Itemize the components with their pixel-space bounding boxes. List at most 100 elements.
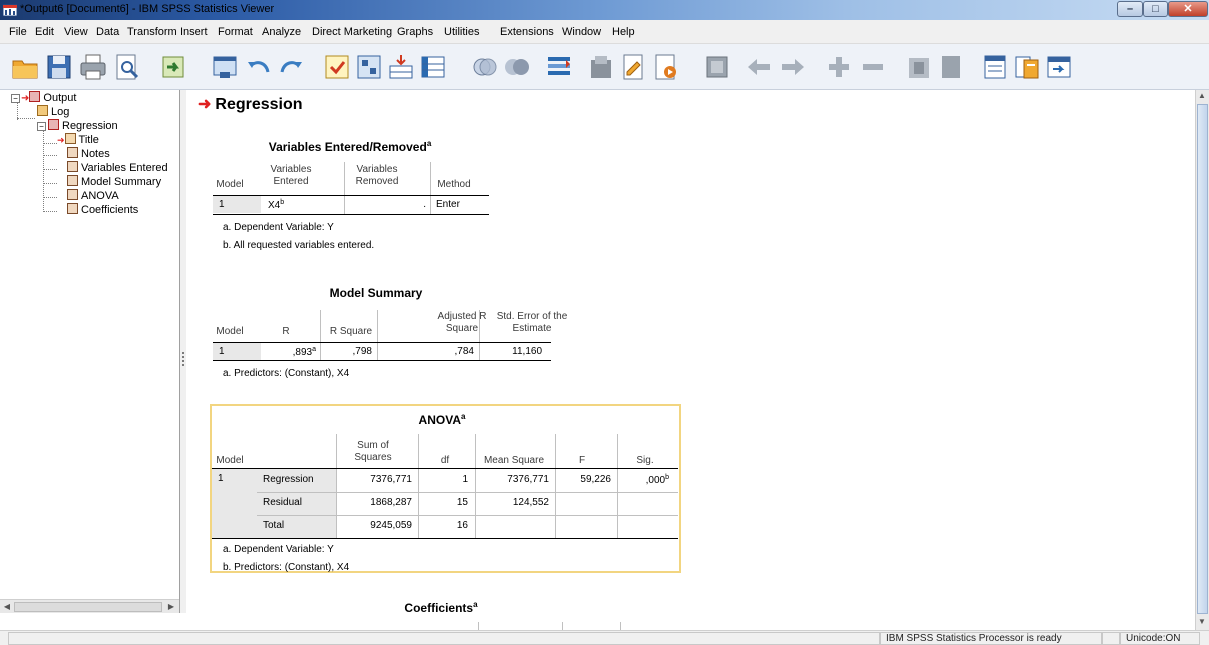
title-bar: *Output6 [Document6] - IBM SPSS Statisti… bbox=[0, 0, 1209, 20]
show-icon[interactable] bbox=[904, 52, 934, 82]
back-icon[interactable] bbox=[744, 52, 774, 82]
table-icon bbox=[67, 189, 78, 200]
splitter-grip[interactable] bbox=[182, 352, 184, 366]
column-header: Sig. bbox=[636, 455, 654, 466]
table-icon bbox=[67, 161, 78, 172]
scroll-left-icon[interactable]: ◀ bbox=[1, 601, 13, 613]
table-row-header: 1 bbox=[212, 469, 257, 538]
use-sets-icon[interactable] bbox=[502, 52, 532, 82]
table-cell: 11,160 bbox=[512, 346, 542, 357]
open-icon[interactable] bbox=[10, 52, 40, 82]
content-vertical-scrollbar[interactable]: ▲ ▼ bbox=[1195, 90, 1209, 630]
expand-icon[interactable] bbox=[824, 52, 854, 82]
grid-line bbox=[377, 310, 378, 360]
insert-new-text-icon[interactable] bbox=[1044, 52, 1074, 82]
outline-root-output[interactable]: − ➜ Output bbox=[11, 91, 76, 104]
split-file-icon[interactable] bbox=[544, 52, 574, 82]
scrollbar-thumb[interactable] bbox=[14, 602, 162, 612]
close-button[interactable]: ✕ bbox=[1168, 1, 1208, 17]
outline-item-model-summary[interactable]: Model Summary bbox=[67, 175, 161, 188]
print-preview-icon[interactable] bbox=[112, 52, 142, 82]
variables-icon[interactable] bbox=[386, 52, 416, 82]
scrollbar-thumb[interactable] bbox=[1197, 104, 1208, 614]
menu-view[interactable]: View bbox=[64, 26, 88, 38]
unicode-status: Unicode:ON bbox=[1126, 633, 1181, 644]
footnote-marker: a bbox=[312, 346, 316, 353]
scroll-up-icon[interactable]: ▲ bbox=[1196, 90, 1208, 102]
table-cell: 16 bbox=[456, 520, 468, 531]
menu-direct-marketing[interactable]: Direct Marketing bbox=[312, 26, 392, 38]
collapse-icon[interactable] bbox=[858, 52, 888, 82]
anova-table[interactable]: ANOVAa Model Sum of Squares df Mean Squa… bbox=[210, 404, 681, 573]
grid-line bbox=[344, 162, 345, 214]
outline-item-regression[interactable]: − Regression bbox=[37, 119, 118, 132]
menu-utilities[interactable]: Utilities bbox=[444, 26, 479, 38]
goto-variable-icon[interactable] bbox=[354, 52, 384, 82]
menu-graphs[interactable]: Graphs bbox=[397, 26, 433, 38]
insert-heading-icon[interactable] bbox=[980, 52, 1010, 82]
scroll-right-icon[interactable]: ▶ bbox=[165, 601, 177, 613]
tree-line bbox=[43, 169, 57, 170]
grid-line bbox=[213, 214, 489, 215]
menu-window[interactable]: Window bbox=[562, 26, 601, 38]
log-icon bbox=[37, 105, 48, 116]
row-label: Total bbox=[257, 515, 336, 538]
scroll-down-icon[interactable]: ▼ bbox=[1196, 616, 1208, 628]
minimize-button[interactable]: – bbox=[1117, 1, 1143, 17]
output-book-icon bbox=[29, 91, 41, 102]
insert-output-icon[interactable] bbox=[618, 52, 648, 82]
menu-analyze[interactable]: Analyze bbox=[262, 26, 301, 38]
hide-icon[interactable] bbox=[936, 52, 966, 82]
outline-item-variables-entered[interactable]: Variables Entered bbox=[67, 161, 168, 174]
menu-help[interactable]: Help bbox=[612, 26, 635, 38]
insert-text-icon[interactable] bbox=[650, 52, 680, 82]
grid-line bbox=[212, 538, 678, 539]
table-footnote: b. Predictors: (Constant), X4 bbox=[223, 562, 350, 573]
outline-item-anova[interactable]: ANOVA bbox=[67, 189, 119, 202]
menu-edit[interactable]: Edit bbox=[35, 26, 54, 38]
forward-icon[interactable] bbox=[778, 52, 808, 82]
maximize-button[interactable]: □ bbox=[1143, 1, 1168, 17]
menu-insert[interactable]: Insert bbox=[180, 26, 208, 38]
table-cell: 59,226 bbox=[580, 474, 611, 485]
column-header: Model bbox=[216, 179, 244, 190]
value-labels-icon[interactable] bbox=[470, 52, 500, 82]
print-icon[interactable] bbox=[78, 52, 108, 82]
outline-item-coefficients[interactable]: Coefficients bbox=[67, 203, 138, 216]
menu-transform[interactable]: Transform bbox=[127, 26, 177, 38]
footnote-marker: a bbox=[461, 412, 466, 421]
menu-data[interactable]: Data bbox=[96, 26, 119, 38]
grid-line bbox=[479, 310, 480, 360]
undo-icon[interactable] bbox=[244, 52, 274, 82]
menu-format[interactable]: Format bbox=[218, 26, 253, 38]
collapse-toggle-icon[interactable]: − bbox=[37, 122, 46, 131]
outline-item-log[interactable]: Log bbox=[37, 105, 69, 118]
menu-file[interactable]: File bbox=[9, 26, 27, 38]
goto-case-icon[interactable] bbox=[322, 52, 352, 82]
recall-dialog-icon[interactable] bbox=[210, 52, 240, 82]
table-cell: 7376,771 bbox=[507, 474, 549, 485]
footnote-marker: a bbox=[426, 139, 432, 148]
redo-icon[interactable] bbox=[276, 52, 306, 82]
outline-item-title[interactable]: ➜ Title bbox=[57, 133, 99, 146]
insert-title-icon[interactable] bbox=[702, 52, 732, 82]
insert-page-title-icon[interactable] bbox=[1012, 52, 1042, 82]
insert-cases-icon[interactable] bbox=[418, 52, 448, 82]
column-header: Method bbox=[437, 179, 471, 190]
grid-line bbox=[213, 342, 551, 343]
table-title: Coefficientsa bbox=[376, 600, 506, 615]
outline-horizontal-scrollbar[interactable]: ◀ ▶ bbox=[0, 599, 179, 613]
minimize-icon: – bbox=[1126, 3, 1134, 15]
select-cases-icon[interactable] bbox=[586, 52, 616, 82]
grid-line bbox=[478, 622, 479, 630]
export-icon[interactable] bbox=[158, 52, 188, 82]
toolbar bbox=[0, 44, 1209, 90]
table-icon bbox=[67, 203, 78, 214]
save-icon[interactable] bbox=[44, 52, 74, 82]
menu-extensions[interactable]: Extensions bbox=[500, 26, 554, 38]
column-header: Adjusted R Square bbox=[437, 311, 487, 334]
outline-pane: − ➜ Output Log − Regression ➜ Title Notes Va… bbox=[0, 90, 180, 613]
outline-item-notes[interactable]: Notes bbox=[67, 147, 110, 160]
collapse-toggle-icon[interactable]: − bbox=[11, 94, 20, 103]
section-title: ➜ Regression bbox=[198, 94, 303, 114]
